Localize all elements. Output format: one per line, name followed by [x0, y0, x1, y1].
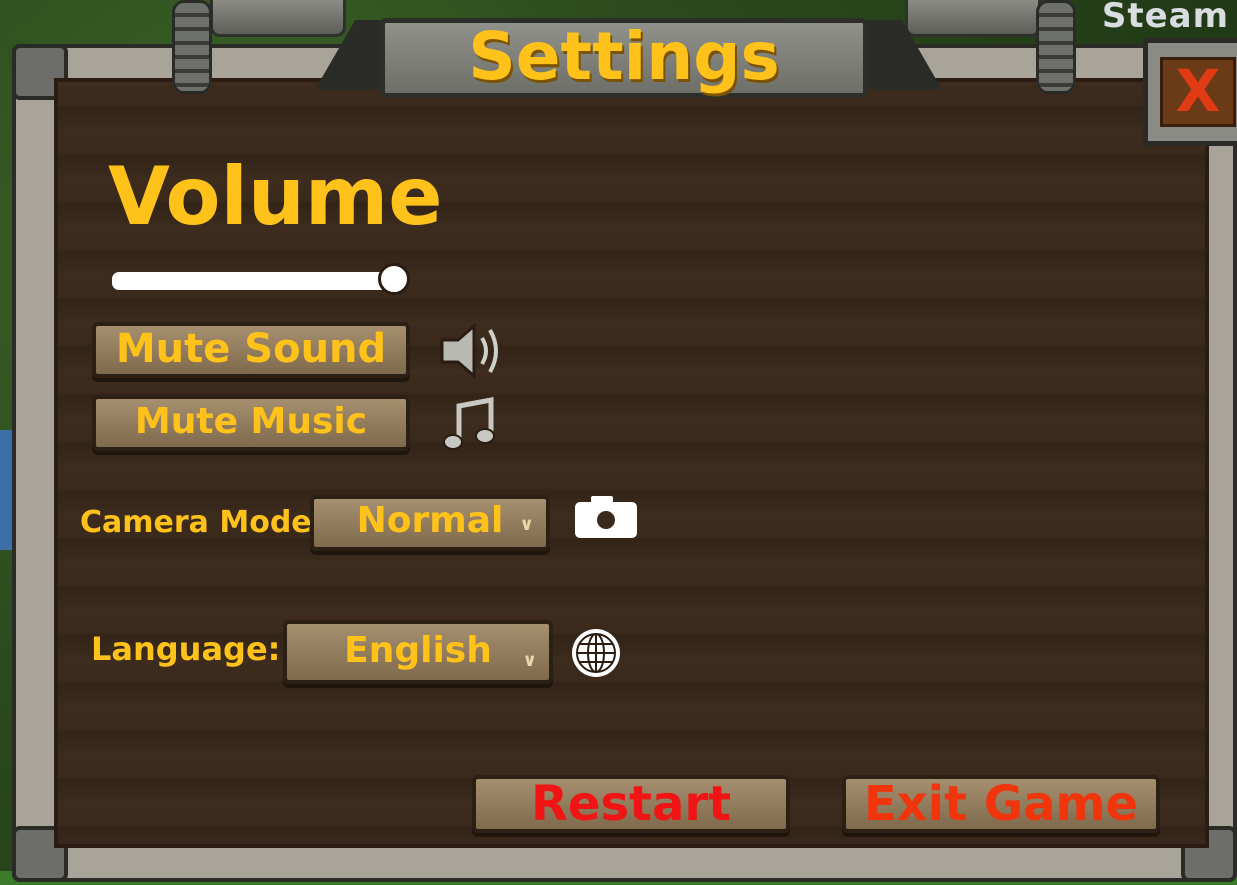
- language-value: English: [344, 630, 492, 671]
- camera-mode-label: Camera Mode:: [80, 505, 324, 540]
- top-right-plaque: [905, 0, 1041, 37]
- volume-label: Volume: [108, 150, 443, 243]
- close-icon: X: [1160, 57, 1236, 127]
- chain-right: [1036, 0, 1076, 94]
- chevron-down-icon: ∨: [522, 650, 537, 671]
- language-label: Language:: [91, 630, 281, 668]
- mute-music-button[interactable]: Mute Music: [92, 395, 410, 451]
- restart-button[interactable]: Restart: [472, 775, 790, 833]
- globe-icon[interactable]: [569, 626, 623, 680]
- chain-left: [172, 0, 212, 94]
- chevron-down-icon: ∨: [519, 514, 534, 535]
- page-title: Settings: [468, 17, 780, 95]
- top-left-plaque: [210, 0, 346, 37]
- camera-icon[interactable]: [573, 494, 639, 540]
- music-note-icon: [443, 396, 495, 450]
- volume-slider-handle[interactable]: [378, 263, 410, 295]
- title-plaque: Settings: [380, 18, 868, 98]
- steam-label: Steam: [1101, 0, 1229, 36]
- volume-slider[interactable]: [110, 270, 404, 292]
- speaker-icon: [440, 322, 498, 380]
- language-select[interactable]: English ∨: [283, 620, 553, 684]
- exit-game-button[interactable]: Exit Game: [842, 775, 1160, 833]
- close-button[interactable]: X: [1143, 38, 1237, 146]
- camera-mode-value: Normal: [356, 500, 504, 541]
- mute-sound-button[interactable]: Mute Sound: [92, 322, 410, 378]
- camera-mode-select[interactable]: Normal ∨: [310, 495, 550, 551]
